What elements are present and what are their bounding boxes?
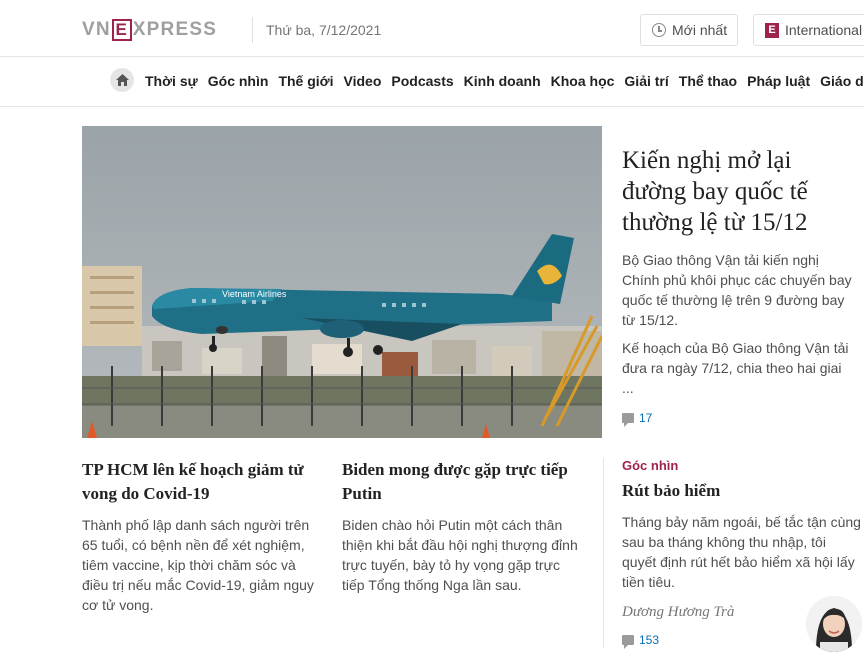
international-label: International: [785, 22, 863, 38]
home-icon: [115, 74, 129, 86]
opinion-comments-link[interactable]: 153: [622, 633, 660, 649]
article-card-summary: Thành phố lập danh sách người trên 65 tu…: [82, 517, 314, 613]
comment-icon: [622, 635, 634, 649]
nav-item-podcasts[interactable]: Podcasts: [391, 73, 453, 89]
airline-livery-text: Vietnam Airlines: [222, 289, 287, 299]
opinion-comment-count: 153: [639, 633, 660, 647]
nav-item-thoi-su[interactable]: Thời sự: [145, 73, 198, 89]
latest-news-button[interactable]: Mới nhất: [640, 14, 738, 46]
author-avatar: [806, 596, 862, 652]
hero-article-title[interactable]: Kiến nghị mở lại đường bay quốc tế thườn…: [622, 145, 852, 238]
header-divider: [252, 17, 253, 43]
nav-item-phap-luat[interactable]: Pháp luật: [747, 73, 810, 89]
hero-summary-paragraph-1: Bộ Giao thông Vận tải kiến nghị Chính ph…: [622, 252, 852, 328]
nav-item-giao-duc[interactable]: Giáo dục: [820, 73, 864, 89]
article-card-title[interactable]: Biden mong được gặp trực tiếp Putin: [342, 458, 582, 506]
latest-news-label: Mới nhất: [672, 22, 728, 38]
vnexpress-logo[interactable]: VN E XPRESS: [82, 18, 217, 42]
current-date: Thứ ba, 7/12/2021: [266, 22, 382, 38]
nav-item-kinh-doanh[interactable]: Kinh doanh: [464, 73, 541, 89]
article-card-summary: Biden chào hỏi Putin một cách thân thiện…: [342, 517, 578, 593]
hero-article-summary: Bộ Giao thông Vận tải kiến nghị Chính ph…: [622, 250, 852, 428]
hero-comments-link[interactable]: 17: [622, 408, 852, 428]
nav-item-the-gioi[interactable]: Thế giới: [278, 73, 333, 89]
opinion-category-link[interactable]: Góc nhìn: [622, 458, 862, 473]
nav-item-video[interactable]: Video: [344, 73, 382, 89]
e-logo-icon: E: [765, 22, 779, 38]
nav-item-the-thao[interactable]: Thể thao: [679, 73, 737, 89]
hero-comment-count: 17: [639, 411, 653, 425]
top-header: VN E XPRESS Thứ ba, 7/12/2021 Mới nhất E I…: [0, 0, 864, 57]
clock-icon: [652, 23, 666, 37]
airplane-photo: Vietnam Airlines: [82, 126, 602, 438]
hero-article-image[interactable]: Vietnam Airlines: [82, 126, 602, 438]
opinion-summary: Tháng bảy năm ngoái, bế tắc tận cùng sau…: [622, 514, 861, 590]
logo-e-mark: E: [111, 19, 132, 41]
comment-icon: [622, 413, 634, 427]
logo-text-left: VN: [82, 19, 111, 40]
opinion-author: Dương Hương Trà: [622, 604, 735, 620]
opinion-title[interactable]: Rút bảo hiểm: [622, 479, 862, 503]
nav-item-goc-nhin[interactable]: Góc nhìn: [208, 73, 269, 89]
main-navigation: Thời sự Góc nhìn Thế giới Video Podcasts…: [0, 56, 864, 107]
opinion-card: Góc nhìn Rút bảo hiểm Tháng bảy năm ngoá…: [622, 458, 862, 592]
article-card-title[interactable]: TP HCM lên kế hoạch giảm tử vong do Covi…: [82, 458, 322, 506]
nav-item-giai-tri[interactable]: Giải trí: [624, 73, 668, 89]
nav-item-khoa-hoc[interactable]: Khoa học: [551, 73, 615, 89]
article-card: Biden mong được gặp trực tiếp Putin Bide…: [342, 458, 582, 595]
international-button[interactable]: E International: [753, 14, 864, 46]
column-divider: [603, 458, 604, 648]
home-button[interactable]: [110, 68, 134, 92]
hero-summary-paragraph-2: Kế hoạch của Bộ Giao thông Vận tải đưa r…: [622, 340, 849, 396]
article-card: TP HCM lên kế hoạch giảm tử vong do Covi…: [82, 458, 322, 615]
logo-text-right: XPRESS: [132, 19, 218, 40]
